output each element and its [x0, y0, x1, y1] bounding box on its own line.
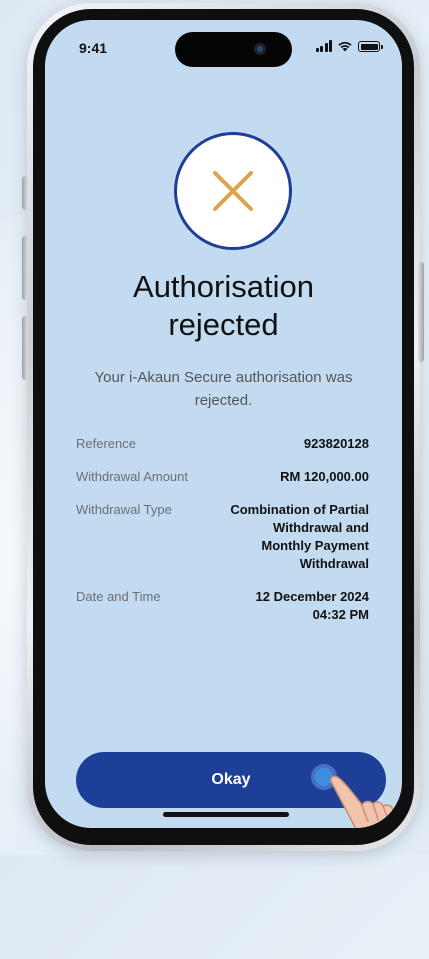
status-icons — [315, 38, 383, 52]
detail-value: 923820128 — [303, 436, 369, 451]
detail-row-withdrawal-type: Withdrawal Type Combination of Partial W… — [76, 501, 369, 573]
rejected-status-circle — [174, 132, 292, 250]
detail-value: Combination of Partial Withdrawal and Mo… — [230, 502, 369, 571]
battery-icon — [358, 41, 383, 52]
phone-screen: 9:41 Authorisation rejected Your i-Akaun… — [45, 20, 402, 828]
silent-switch — [22, 176, 28, 210]
home-indicator — [163, 812, 289, 817]
detail-row-reference: Reference 923820128 — [76, 435, 369, 453]
cellular-signal-icon — [315, 40, 332, 52]
pointing-hand-icon — [330, 775, 402, 828]
detail-value: 12 December 2024 04:32 PM — [255, 589, 369, 622]
status-time: 9:41 — [79, 40, 108, 56]
detail-row-date-time: Date and Time 12 December 2024 04:32 PM — [76, 588, 369, 624]
detail-value: RM 120,000.00 — [280, 469, 369, 484]
volume-up-button — [22, 236, 28, 300]
camera-icon — [254, 43, 266, 55]
power-button — [418, 262, 424, 362]
detail-label: Reference — [76, 436, 136, 451]
volume-down-button — [22, 316, 28, 380]
dynamic-island — [175, 32, 292, 67]
detail-label: Withdrawal Type — [76, 502, 172, 517]
page-title: Authorisation rejected — [133, 269, 314, 342]
close-x-icon — [213, 171, 253, 211]
detail-label: Date and Time — [76, 589, 161, 604]
transaction-details: Reference 923820128 Withdrawal Amount RM… — [76, 435, 369, 639]
detail-label: Withdrawal Amount — [76, 469, 188, 484]
detail-row-amount: Withdrawal Amount RM 120,000.00 — [76, 468, 369, 486]
wifi-icon — [338, 41, 352, 52]
rejection-message: Your i-Akaun Secure authorisation was re… — [94, 369, 353, 409]
